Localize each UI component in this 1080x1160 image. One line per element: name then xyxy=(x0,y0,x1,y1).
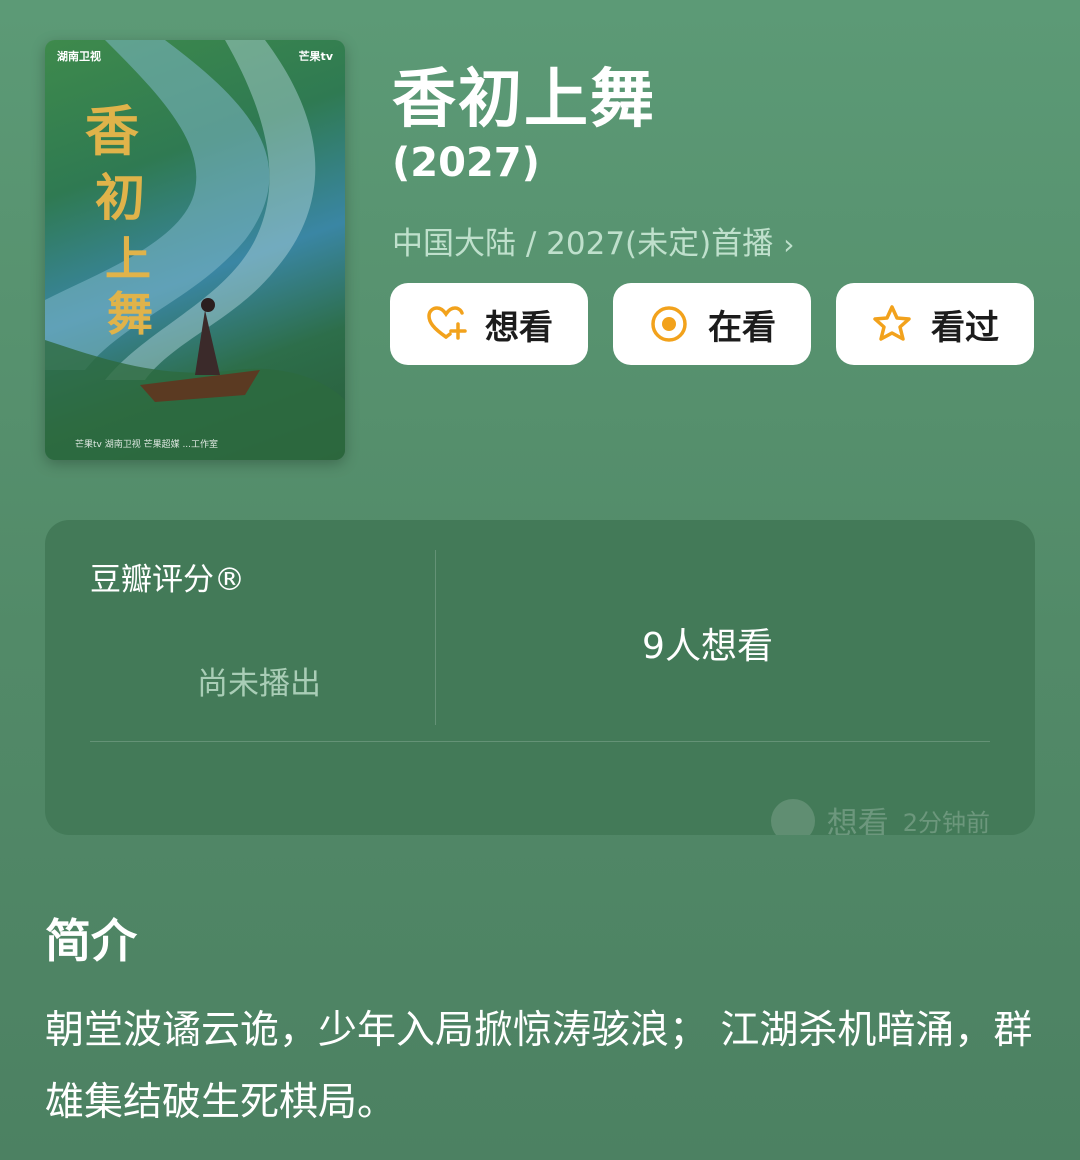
svg-text:上: 上 xyxy=(105,232,151,286)
poster-artwork: 香 初 上 舞 xyxy=(45,40,345,460)
activity-feed-item: 想看 2分钟前 xyxy=(770,798,990,835)
poster-image[interactable]: 香 初 上 舞 湖南卫视 芒果tv 芒果tv 湖南卫视 芒果超媒 ...工作室 xyxy=(45,40,345,460)
rating-card[interactable]: 豆瓣评分® 尚未播出 9人想看 想看 2分钟前 xyxy=(45,520,1035,835)
svg-text:初: 初 xyxy=(95,168,145,227)
chevron-right-icon: › xyxy=(783,228,795,261)
watching-label: 在看 xyxy=(708,307,776,348)
poster-logo-left: 湖南卫视 xyxy=(57,50,101,63)
svg-text:舞: 舞 xyxy=(107,287,153,341)
poster-footer-logos: 芒果tv 湖南卫视 芒果超媒 ...工作室 xyxy=(75,440,219,450)
heart-plus-icon xyxy=(427,306,467,340)
activity-action: 想看 xyxy=(826,806,889,835)
show-meta-link[interactable]: 中国大陆 / 2027(未定)首播 › xyxy=(392,218,794,263)
intro-heading: 简介 xyxy=(45,914,137,968)
rating-label: 豆瓣评分® xyxy=(90,562,245,598)
watched-button[interactable]: 看过 xyxy=(836,283,1034,365)
svg-text:香: 香 xyxy=(85,99,139,163)
show-title: 香初上舞 xyxy=(392,63,656,137)
show-year: (2027) xyxy=(392,140,540,186)
intro-text: 朝堂波谲云诡，少年入局掀惊涛骇浪； 江湖杀机暗涌，群雄集结破生死棋局。 xyxy=(45,1008,1033,1125)
want-to-watch-label: 想看 xyxy=(485,307,553,348)
watching-button[interactable]: 在看 xyxy=(613,283,811,365)
poster-logo-right: 芒果tv xyxy=(298,50,333,63)
avatar xyxy=(770,798,815,835)
watched-label: 看过 xyxy=(931,307,999,348)
star-outline-icon xyxy=(873,305,911,341)
rating-status: 尚未播出 xyxy=(197,666,321,702)
target-icon xyxy=(651,306,687,342)
show-meta-text: 中国大陆 / 2027(未定)首播 xyxy=(392,226,774,262)
horizontal-divider xyxy=(90,741,990,742)
activity-time: 2分钟前 xyxy=(902,809,990,835)
want-count: 9人想看 xyxy=(642,626,773,667)
want-to-watch-button[interactable]: 想看 xyxy=(390,283,588,365)
